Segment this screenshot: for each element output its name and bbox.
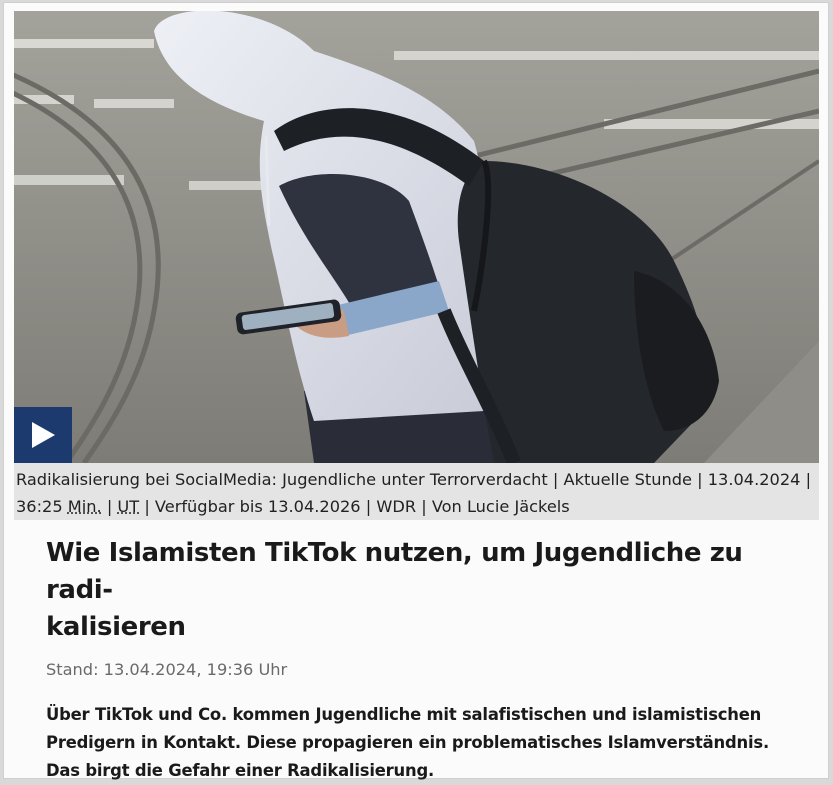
headline-line-2: kalisieren [46, 612, 186, 642]
minutes-abbr[interactable]: Min. [68, 497, 102, 516]
publish-timestamp: Stand: 13.04.2024, 19:36 Uhr [46, 660, 786, 679]
caption-text-rest: | Verfügbar bis 13.04.2026 | WDR | Von L… [139, 497, 570, 516]
subtitles-abbr[interactable]: UT [117, 497, 139, 516]
article-lead: Über TikTok und Co. kommen Jugendliche m… [46, 701, 786, 785]
headline-line-1: Wie Islamisten TikTok nutzen, um Jugendl… [46, 538, 743, 605]
caption-separator: | [102, 497, 118, 516]
video-player[interactable] [14, 11, 819, 463]
media-caption: Radikalisierung bei SocialMedia: Jugendl… [14, 463, 819, 520]
article-header: Wie Islamisten TikTok nutzen, um Jugendl… [46, 535, 786, 785]
lead-line-3: Das birgt die Gefahr einer Radikalisieru… [46, 761, 434, 780]
teaser-image [14, 11, 819, 463]
play-button[interactable] [14, 407, 72, 463]
play-icon [30, 421, 56, 449]
article-headline: Wie Islamisten TikTok nutzen, um Jugendl… [46, 535, 786, 646]
lead-line-2: Predigern in Kontakt. Diese propagieren … [46, 733, 769, 752]
lead-line-1: Über TikTok und Co. kommen Jugendliche m… [46, 705, 761, 724]
